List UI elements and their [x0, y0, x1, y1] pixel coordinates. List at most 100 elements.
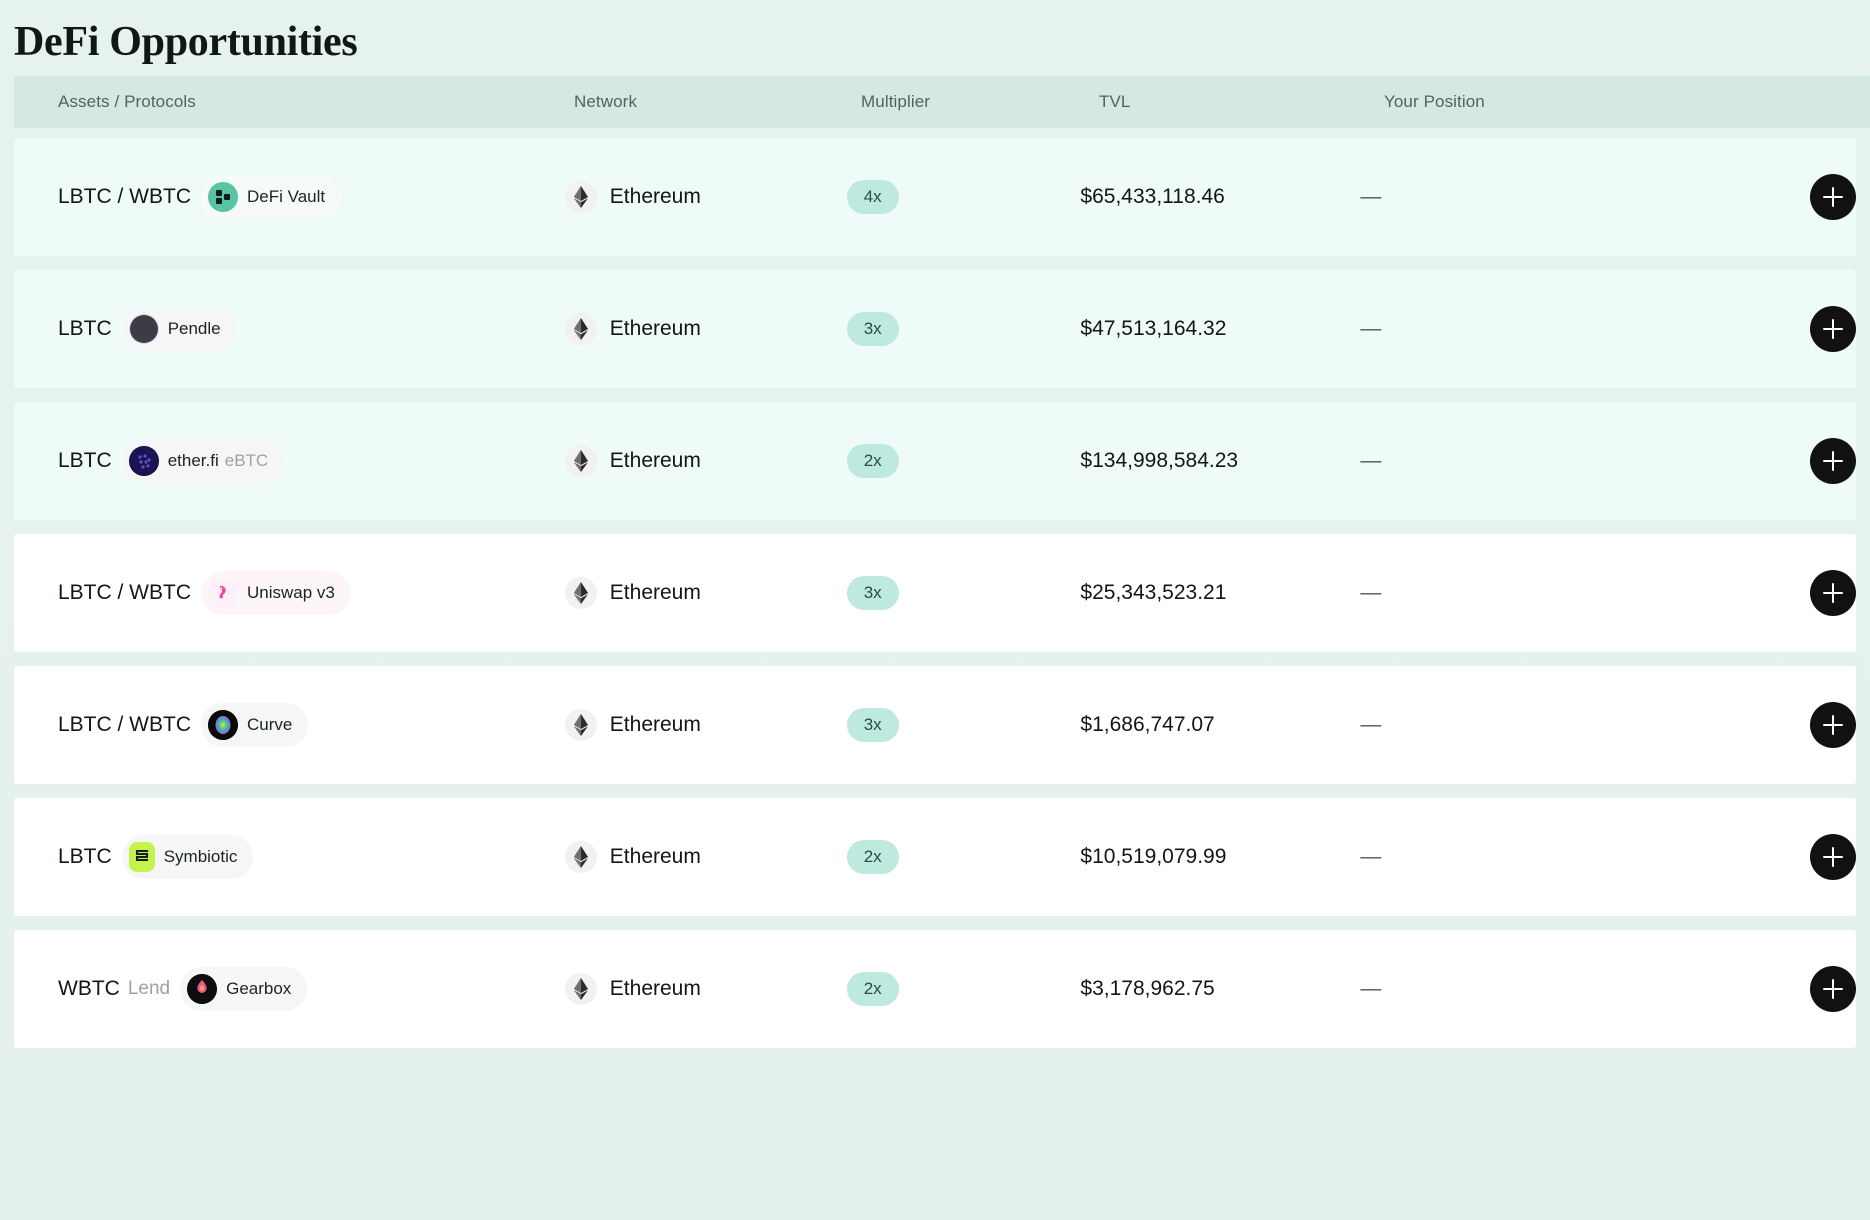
add-position-button[interactable]: [1810, 966, 1856, 1012]
action-cell: [1655, 306, 1856, 352]
add-position-button[interactable]: [1810, 834, 1856, 880]
plus-icon: [1823, 319, 1843, 339]
asset-label: WBTC: [58, 977, 120, 1000]
table-row[interactable]: LBTC / WBTC Uniswap v3 Ethereum 3x $25,343,5…: [14, 534, 1856, 652]
network-label: Ethereum: [609, 185, 701, 208]
table-body: LBTC / WBTC DeFi Vault Ethereum 4x $65,433,1…: [0, 138, 1870, 1048]
add-position-button[interactable]: [1810, 306, 1856, 352]
network-cell: Ethereum: [564, 709, 847, 741]
asset-label: LBTC: [58, 317, 112, 340]
asset-sublabel: Lend: [127, 978, 171, 999]
position-cell: —: [1360, 977, 1655, 1001]
protocol-badge[interactable]: Pendle: [121, 307, 237, 351]
position-cell: —: [1360, 449, 1655, 473]
add-position-button[interactable]: [1810, 174, 1856, 220]
position-cell: —: [1360, 845, 1655, 869]
multiplier-cell: 2x: [846, 840, 1081, 874]
network-cell: Ethereum: [564, 577, 847, 609]
opportunities-table: Assets / Protocols Network Multiplier TV…: [0, 76, 1870, 1048]
assets-cell: LBTC / WBTC Uniswap v3: [14, 571, 565, 615]
protocol-badge[interactable]: Symbiotic: [121, 835, 254, 879]
multiplier-badge: 3x: [846, 708, 899, 742]
network-cell: Ethereum: [564, 973, 847, 1005]
tvl-cell: $10,519,079.99: [1080, 845, 1360, 869]
symbiotic-icon: [128, 842, 155, 872]
plus-icon: [1823, 715, 1843, 735]
etherfi-icon: [128, 446, 159, 476]
multiplier-cell: 3x: [846, 312, 1081, 346]
plus-icon: [1823, 583, 1843, 603]
column-header-tvl: TVL: [1099, 92, 1131, 111]
column-header-network: Network: [574, 92, 638, 111]
protocol-label: Uniswap v3: [247, 583, 335, 602]
tvl-cell: $25,343,523.21: [1080, 581, 1360, 605]
page-title: DeFi Opportunities: [14, 19, 358, 65]
protocol-suffix: eBTC: [224, 451, 269, 470]
tvl-cell: $1,686,747.07: [1080, 713, 1360, 737]
tvl-value: $65,433,118.46: [1080, 185, 1225, 208]
protocol-badge[interactable]: Uniswap v3: [201, 571, 351, 615]
position-cell: —: [1360, 317, 1655, 341]
tvl-cell: $3,178,962.75: [1080, 977, 1360, 1001]
add-position-button[interactable]: [1810, 438, 1856, 484]
ethereum-icon: [564, 841, 597, 873]
multiplier-cell: 2x: [846, 444, 1081, 478]
column-header-assets: Assets / Protocols: [58, 92, 196, 111]
protocol-badge[interactable]: Curve: [201, 703, 309, 747]
ethereum-icon: [564, 973, 597, 1005]
table-row[interactable]: LBTC ether.fi eBTC Ethereum 2x $134,998,584.2…: [14, 402, 1856, 520]
table-row[interactable]: LBTC Pendle Ethereum 3x $47,513,164.32 —: [14, 270, 1856, 388]
table-row[interactable]: LBTC / WBTC Curve Ethereum 3x $1,686,747.07 —: [14, 666, 1856, 784]
protocol-badge[interactable]: Gearbox: [180, 967, 308, 1011]
protocol-label: DeFi Vault: [247, 187, 326, 206]
uniswap-icon: [208, 578, 239, 608]
tvl-cell: $134,998,584.23: [1080, 449, 1360, 473]
protocol-badge[interactable]: ether.fi eBTC: [121, 439, 285, 483]
protocol-label: Symbiotic: [163, 847, 238, 866]
plus-icon: [1823, 451, 1843, 471]
tvl-value: $10,519,079.99: [1080, 845, 1227, 868]
multiplier-cell: 3x: [846, 576, 1081, 610]
protocol-label: ether.fi: [167, 451, 219, 470]
ethereum-icon: [564, 313, 597, 345]
asset-label: LBTC: [58, 845, 112, 868]
multiplier-badge: 4x: [846, 180, 899, 214]
multiplier-cell: 3x: [846, 708, 1081, 742]
assets-cell: WBTC Lend Gearbox: [14, 967, 565, 1011]
multiplier-cell: 4x: [846, 180, 1081, 214]
add-position-button[interactable]: [1810, 570, 1856, 616]
position-value: —: [1360, 185, 1382, 208]
asset-label: LBTC / WBTC: [58, 713, 192, 736]
tvl-value: $47,513,164.32: [1080, 317, 1227, 340]
plus-icon: [1823, 979, 1843, 999]
add-position-button[interactable]: [1810, 702, 1856, 748]
position-cell: —: [1360, 713, 1655, 737]
network-label: Ethereum: [609, 317, 701, 340]
position-cell: —: [1360, 185, 1655, 209]
network-cell: Ethereum: [564, 445, 847, 477]
table-row[interactable]: WBTC Lend Gearbox Ethereum 2x $3,178,962.75 —: [14, 930, 1856, 1048]
multiplier-badge: 2x: [846, 840, 899, 874]
ethereum-icon: [564, 577, 597, 609]
network-cell: Ethereum: [564, 841, 847, 873]
position-value: —: [1360, 449, 1382, 472]
assets-cell: LBTC / WBTC DeFi Vault: [14, 175, 565, 219]
position-value: —: [1360, 317, 1382, 340]
asset-label: LBTC / WBTC: [58, 185, 192, 208]
asset-label: LBTC: [58, 449, 112, 472]
action-cell: [1655, 570, 1856, 616]
assets-cell: LBTC ether.fi eBTC: [14, 439, 565, 483]
action-cell: [1655, 438, 1856, 484]
network-cell: Ethereum: [564, 181, 847, 213]
position-value: —: [1360, 581, 1382, 604]
protocol-label: Curve: [247, 715, 293, 734]
table-row[interactable]: LBTC / WBTC DeFi Vault Ethereum 4x $65,433,1…: [14, 138, 1856, 256]
protocol-badge[interactable]: DeFi Vault: [201, 175, 342, 219]
column-header-multiplier: Multiplier: [861, 92, 931, 111]
table-row[interactable]: LBTC Symbiotic Ethereum 2x $10,519,079.99 —: [14, 798, 1856, 916]
pendle-icon: [128, 314, 159, 344]
action-cell: [1655, 174, 1856, 220]
plus-icon: [1823, 187, 1843, 207]
tvl-cell: $47,513,164.32: [1080, 317, 1360, 341]
tvl-value: $134,998,584.23: [1080, 449, 1239, 472]
